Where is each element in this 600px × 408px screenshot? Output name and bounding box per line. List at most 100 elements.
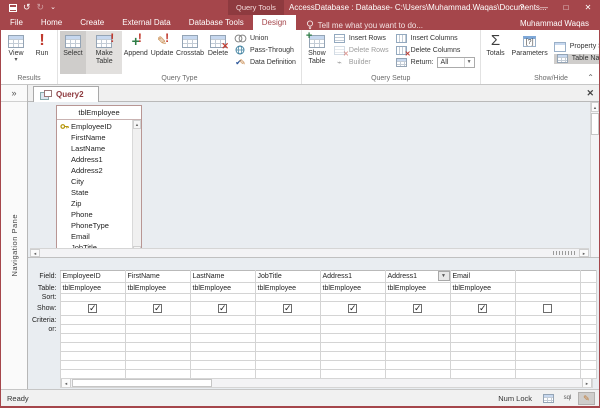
grid-empty-cell[interactable]: [319, 333, 386, 343]
grid-cell-sort-5[interactable]: [384, 293, 451, 302]
return-combobox[interactable]: All ▼: [436, 56, 475, 68]
grid-empty-cell[interactable]: [59, 360, 126, 370]
sql-view-icon[interactable]: sql: [559, 392, 576, 405]
grid-cell-criteria-0[interactable]: [59, 315, 126, 325]
grid-cell-show-1[interactable]: [124, 301, 191, 316]
grid-empty-cell[interactable]: [189, 360, 256, 370]
user-name[interactable]: Muhammad Waqas: [520, 19, 589, 28]
grid-empty-cell[interactable]: [514, 333, 581, 343]
parameters-button[interactable]: [?] Parameters: [509, 31, 551, 74]
grid-cell-field-1[interactable]: FirstName: [124, 270, 191, 283]
document-close-icon[interactable]: ✕: [586, 88, 594, 99]
field-list-item-zip[interactable]: Zip: [57, 198, 132, 209]
field-list-item-employeeid[interactable]: EmployeeID: [57, 121, 132, 132]
ribbon-tab-file[interactable]: File: [1, 15, 32, 30]
grid-cell-sort-0[interactable]: [59, 293, 126, 302]
grid-cell-table-2[interactable]: tblEmployee: [189, 282, 256, 294]
run-button[interactable]: ! Run: [29, 31, 55, 74]
grid-cell-table-1[interactable]: tblEmployee: [124, 282, 191, 294]
grid-empty-cell[interactable]: [124, 342, 191, 352]
grid-cell-criteria-7[interactable]: [514, 315, 581, 325]
save-icon[interactable]: [9, 3, 17, 12]
grid-cell-table-4[interactable]: tblEmployee: [319, 282, 386, 294]
grid-cell-show-2[interactable]: [189, 301, 256, 316]
show-checkbox-1[interactable]: [153, 303, 162, 314]
grid-cell-table-7[interactable]: [514, 282, 581, 294]
ribbon-tab-external-data[interactable]: External Data: [113, 15, 179, 30]
scrollbar-thumb[interactable]: [591, 113, 599, 135]
grid-empty-cell[interactable]: [384, 360, 451, 370]
grid-empty-cell[interactable]: [579, 360, 597, 370]
ribbon-tab-design[interactable]: Design: [252, 15, 296, 30]
grid-cell-or-7[interactable]: [514, 324, 581, 334]
scroll-left-icon[interactable]: ◄: [61, 379, 71, 387]
builder-button[interactable]: ⌁ Builder: [333, 57, 389, 67]
grid-empty-cell[interactable]: [189, 351, 256, 361]
delete-columns-button[interactable]: ✕ Delete Columns: [395, 45, 475, 58]
union-button[interactable]: Union: [234, 33, 296, 43]
scroll-right-icon[interactable]: ►: [582, 379, 592, 387]
scroll-up-icon[interactable]: ▲: [133, 120, 141, 129]
grid-empty-cell[interactable]: [189, 333, 256, 343]
minimize-button[interactable]: —: [533, 0, 555, 15]
grid-empty-cell[interactable]: [59, 333, 126, 343]
crosstab-button[interactable]: Crosstab: [175, 31, 205, 74]
grid-empty-cell[interactable]: [254, 360, 321, 370]
undo-icon[interactable]: ↺: [23, 3, 31, 12]
grid-empty-cell[interactable]: [124, 351, 191, 361]
grid-cell-sort-6[interactable]: [449, 293, 516, 302]
grid-empty-cell[interactable]: [124, 360, 191, 370]
pass-through-button[interactable]: Pass-Through: [234, 45, 296, 55]
delete-rows-button[interactable]: ✕ Delete Rows: [333, 45, 389, 58]
maximize-button[interactable]: □: [555, 0, 577, 15]
grid-empty-cell[interactable]: [319, 342, 386, 352]
field-list-item-phonetype[interactable]: PhoneType: [57, 220, 132, 231]
show-table-button[interactable]: + Show Table: [304, 30, 330, 74]
view-button[interactable]: View ▾: [3, 31, 29, 74]
grid-empty-cell[interactable]: [319, 360, 386, 370]
top-pane-vertical-scrollbar[interactable]: ▲: [590, 102, 599, 257]
update-button[interactable]: ✎! Update: [149, 31, 175, 74]
grid-empty-cell[interactable]: [254, 342, 321, 352]
top-pane-horizontal-scrollbar[interactable]: ◄ ►: [30, 248, 589, 257]
grid-empty-cell[interactable]: [384, 333, 451, 343]
grid-cell-criteria-2[interactable]: [189, 315, 256, 325]
show-checkbox-4[interactable]: [348, 303, 357, 314]
field-dropdown-icon[interactable]: ▼: [437, 271, 449, 281]
grid-cell-criteria-3[interactable]: [254, 315, 321, 325]
scrollbar-thumb[interactable]: [72, 379, 212, 387]
grid-empty-cell[interactable]: [384, 342, 451, 352]
grid-cell-sort-4[interactable]: [319, 293, 386, 302]
grid-cell-show-7[interactable]: [514, 301, 581, 316]
grid-cell-field-2[interactable]: LastName: [189, 270, 256, 283]
grid-horizontal-scrollbar[interactable]: ◄ ►: [60, 378, 593, 388]
append-button[interactable]: +! Append: [122, 31, 149, 74]
grid-cell-criteria-4[interactable]: [319, 315, 386, 325]
show-checkbox-6[interactable]: [478, 303, 487, 314]
field-list-item-state[interactable]: State: [57, 187, 132, 198]
ribbon-tab-database-tools[interactable]: Database Tools: [180, 15, 253, 30]
totals-button[interactable]: Σ Totals: [483, 31, 509, 74]
field-list-item-firstname[interactable]: FirstName: [57, 132, 132, 143]
show-checkbox-7[interactable]: [543, 304, 552, 313]
grid-cell-or-5[interactable]: [384, 324, 451, 334]
table-names-button[interactable]: Table Names: [553, 53, 599, 64]
field-list-tblemployee[interactable]: tblEmployee EmployeeID FirstName LastName A…: [56, 105, 142, 256]
grid-empty-cell[interactable]: [59, 351, 126, 361]
select-query-button[interactable]: Select: [60, 31, 86, 74]
grid-empty-cell[interactable]: [449, 342, 516, 352]
grid-empty-cell[interactable]: [579, 351, 597, 361]
grid-cell-table-3[interactable]: tblEmployee: [254, 282, 321, 294]
grid-cell-or-1[interactable]: [124, 324, 191, 334]
grid-empty-cell[interactable]: [124, 333, 191, 343]
grid-cell-table-0[interactable]: tblEmployee: [59, 282, 126, 294]
navigation-pane-expander[interactable]: »: [1, 85, 27, 102]
grid-empty-cell[interactable]: [449, 360, 516, 370]
field-list-item-address1[interactable]: Address1: [57, 154, 132, 165]
grid-cell-field-5[interactable]: Address1 ▼: [384, 270, 451, 283]
grid-empty-cell[interactable]: [59, 342, 126, 352]
grid-cell-show-6[interactable]: [449, 301, 516, 316]
grid-cell-or-0[interactable]: [59, 324, 126, 334]
grid-empty-cell[interactable]: [579, 333, 597, 343]
grid-empty-cell[interactable]: [449, 351, 516, 361]
